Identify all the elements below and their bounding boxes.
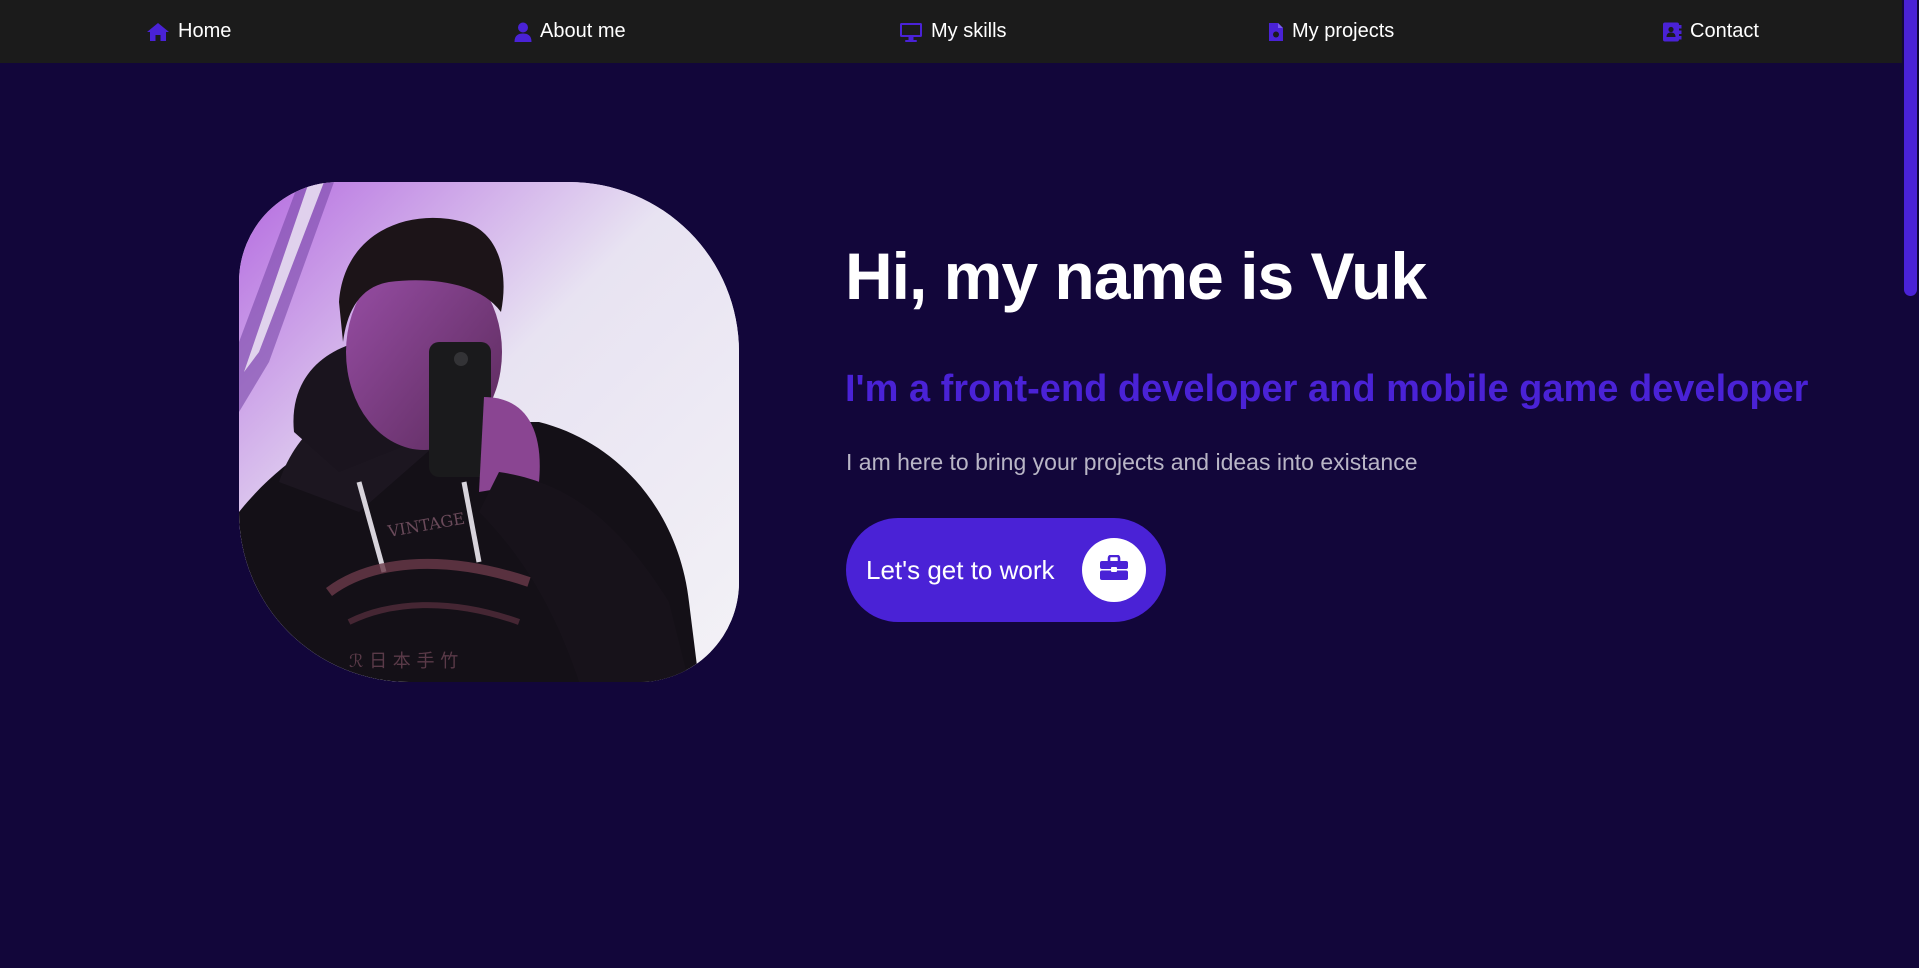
hero-tagline: I am here to bring your projects and ide… <box>846 449 1418 475</box>
nav-item-label: Home <box>178 20 232 42</box>
home-icon <box>146 22 170 42</box>
briefcase-icon <box>1099 554 1129 586</box>
hero-title: Hi, my name is Vuk <box>845 239 1427 313</box>
user-icon <box>514 22 532 42</box>
contact-book-icon <box>1662 22 1682 42</box>
nav-item-contact[interactable]: Contact <box>1662 0 1759 63</box>
svg-text:ℛ 日 本 手 竹: ℛ 日 本 手 竹 <box>349 651 458 672</box>
page: Home About me My skills My projects Cont… <box>0 0 1919 968</box>
nav-item-label: About me <box>540 20 626 42</box>
scrollbar-thumb[interactable] <box>1904 0 1917 296</box>
hero-subtitle: I'm a front-end developer and mobile gam… <box>845 368 1809 410</box>
cta-label: Let's get to work <box>866 554 1055 585</box>
nav-item-home[interactable]: Home <box>146 0 231 63</box>
scrollbar-track[interactable] <box>1902 0 1919 968</box>
nav-item-label: My projects <box>1292 20 1395 42</box>
nav-item-skills[interactable]: My skills <box>899 0 1007 63</box>
file-icon <box>1268 22 1284 42</box>
nav-item-label: Contact <box>1690 20 1759 42</box>
profile-photo: VINTAGE ℛ 日 本 手 竹 <box>239 182 739 682</box>
monitor-icon <box>899 22 923 42</box>
lets-get-to-work-button[interactable]: Let's get to work <box>846 518 1166 622</box>
nav-item-label: My skills <box>931 20 1007 42</box>
nav-item-about[interactable]: About me <box>514 0 626 63</box>
top-navbar: Home About me My skills My projects Cont… <box>0 0 1902 63</box>
nav-item-projects[interactable]: My projects <box>1268 0 1394 63</box>
cta-icon-circle <box>1082 538 1146 602</box>
